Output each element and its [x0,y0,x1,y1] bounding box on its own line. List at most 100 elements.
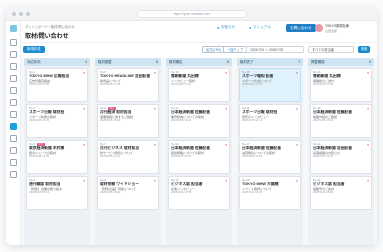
favorite-icon[interactable]: ♥ [83,71,85,75]
document-icon[interactable] [10,87,17,94]
inquiry-card[interactable]: No.21 ♥ 日本経済新聞 佐藤記者 掲載内容のご確認 2025/9/25 15:18 [310,104,372,138]
favorite-icon[interactable]: ♥ [83,107,85,111]
card-number-text: No.4 [29,177,35,182]
card-date: 2025/9/24 16:22 [242,190,263,195]
favorite-icon[interactable]: ♥ [225,71,227,75]
favorite-icon[interactable]: ♥ [154,179,156,183]
card-date: 2025/9/25 17:55 [29,82,50,87]
favorite-icon[interactable]: ♥ [154,71,156,75]
favorite-icon[interactable]: ♥ [83,179,85,183]
inquiry-card[interactable]: No.5 ♥ TOKYO HEADLINE 吉田記者 新商品について 2025/9/25… [97,68,159,102]
card-number-text: No.23 [313,177,321,182]
card-date: 2025/9/25 13:20 [171,118,192,123]
favorite-icon[interactable]: ♥ [154,143,156,147]
card-number-text: No.18 [242,177,250,182]
favorite-icon[interactable]: ♥ [225,107,227,111]
inquiry-card[interactable]: No.4 ♥ 週刊雑誌 取材担当 【特集】企業の取り組み 2025/9/25 09:14 [26,176,88,210]
inquiry-card[interactable]: No.2 ♥ スポーツ日報 取材班 スポーツ新聞の取材 2025/9/25 16:20 [26,104,88,138]
url-bar[interactable]: https://your-website.com [137,10,247,18]
inquiry-card[interactable]: No.15 ♥ スポーツ報知 記者 スポーツ大会について 2025/9/25 17:20 [239,68,301,102]
export-button[interactable]: 出力(CSV) [202,46,226,53]
tag-icon[interactable] [10,147,17,154]
column-count: 6 [227,60,229,64]
favorite-icon[interactable]: ♥ [367,107,369,111]
folder-icon[interactable] [10,111,17,118]
card-number-text: No.12 [171,141,179,146]
card-number-text: No.21 [313,105,321,110]
home-icon[interactable] [10,39,17,46]
column-header[interactable]: 取材調整 8 [95,58,161,66]
card-date: 2025/9/25 11:48 [242,154,263,159]
inquiry-card[interactable]: No.20 ♥ 毎朝新聞 丸田様 掲載紙のご送付 2025/9/25 17:40 [310,68,372,102]
favorite-icon[interactable]: ♥ [296,179,298,183]
avatar[interactable] [315,24,323,32]
calendar-icon[interactable] [10,63,17,70]
card-date: 2025/9/25 15:30 [100,118,121,123]
inquiry-card[interactable]: No.12 ♥ 日本経済新聞 佐藤記者 経営戦略についての取材 2025/9/25 10… [168,140,230,174]
card-number-text: No.16 [242,105,250,110]
column-count: 8 [156,60,158,64]
add-button[interactable]: 新規作成 [23,46,45,53]
favorite-icon[interactable]: ♥ [225,179,227,183]
browser-bar: https://your-website.com [6,7,377,21]
column-header[interactable]: 掲載確認 5 [308,58,374,66]
notifications-label: お知らせ [220,25,236,29]
favorite-icon[interactable]: ♥ [296,143,298,147]
chart-icon[interactable] [10,75,17,82]
inquiry-card[interactable]: No.1 ♥ TOKYO MHW 広報担当 広告代理店経由 2025/9/25 17:5… [26,68,88,102]
kanban-column: 対応状況 4 No.1 ♥ TOKYO MHW 広報担当 広告代理店経由 2025/9/25… [24,58,90,245]
inquiry-card[interactable]: No.3 緊急 ♥ 東京経済新聞 木村様 経済ニュースの取材 2025/9/25 11:0… [26,140,88,174]
list-icon[interactable] [10,51,17,58]
card-number-text: No.10 [171,69,179,74]
inquiry-card[interactable]: No.23 ♥ ビジネス誌 担当者 掲載号のご案内 2025/9/24 18:00 [310,176,372,210]
kanban-column: 取材確定 6 No.10 ♥ 毎朝新聞 丸田様 インタビュー取材 2025/9/25 17:… [166,58,232,245]
column-title: 対応状況 [27,60,41,64]
sidebar [6,21,21,245]
toolbar: 新規作成 出力(CSV) 一括アップ 2025/7/24 〜 2025/7/25… [21,44,377,58]
favorite-icon[interactable]: ♥ [225,143,227,147]
breadcrumb[interactable]: ダッシュボード / 取材/問い合わせ [25,24,75,29]
kanban-board: 対応状況 4 No.1 ♥ TOKYO MHW 広報担当 広告代理店経由 2025/9/25… [21,58,377,245]
inquiry-card[interactable]: No.18 ♥ TOKYO MHW 大橋様 イベント取材について 2025/9/24 1… [239,176,301,210]
manual-link[interactable]: ● マニュアル [249,25,271,30]
card-date: 2025/9/25 10:30 [171,154,192,159]
inquiry-card[interactable]: No.7 ♥ 月刊ビジネス 取材担当 新サービス発表について 2025/9/25 11:… [97,140,159,174]
favorite-icon[interactable]: ♥ [367,143,369,147]
date-range-field[interactable]: 2025/7/24 〜 2025/7/25 [246,46,304,53]
favorite-icon[interactable]: ♥ [296,71,298,75]
app-window: https://your-website.com ダッシュボード / 取材/問い… [6,7,377,245]
inquiry-card[interactable]: No.8 ♥ 取材依頼 ワイドショー 【特別企画】特集について 2025/9/25 10… [97,176,159,210]
inquiry-card[interactable]: No.13 ♥ ビジネス誌 担当者 社長インタビュー 2025/9/24 17:35 [168,176,230,210]
contact-button[interactable]: お問い合わせ [286,24,316,32]
inquiry-card[interactable]: No.22 ♥ 日本経済新聞 吉田記者 記事掲載のお知らせ 2025/9/25 12:0… [310,140,372,174]
inbox-icon[interactable] [10,123,17,130]
favorite-icon[interactable]: ♥ [367,71,369,75]
help-icon[interactable] [10,171,17,178]
bulk-button[interactable]: 一括アップ [223,46,247,53]
favorite-icon[interactable]: ♥ [296,107,298,111]
manual-label: マニュアル [252,25,271,29]
column-count: 5 [369,60,371,64]
column-header[interactable]: 取材完了 7 [237,58,303,66]
inquiry-card[interactable]: No.11 ♥ 日本経済新聞 佐藤記者 業界動向についての取材 2025/9/25 13… [168,104,230,138]
card-date: 2025/9/25 11:02 [29,154,50,159]
column-header[interactable]: 対応状況 4 [24,58,90,66]
card-date: 2025/9/25 16:20 [29,118,50,123]
inquiry-card[interactable]: No.6 緊急 ♥ 月刊経済 取材担当 事業展開に関するご相談 2025/9/25 15:… [97,104,159,138]
column-header[interactable]: 取材確定 6 [166,58,232,66]
inquiry-card[interactable]: No.10 ♥ 毎朝新聞 丸田様 インタビュー取材 2025/9/25 17:01 [168,68,230,102]
favorite-icon[interactable]: ♥ [83,143,85,147]
card-number-text: No.7 [100,141,106,146]
search-button[interactable]: 検索 [358,46,371,53]
inquiry-card[interactable]: No.16 ♥ スポーツ日報 取材班 選手のインタビュー 2025/9/25 14:12 [239,104,301,138]
inquiry-card[interactable]: No.17 ♥ 日本経済新聞 佐藤記者 決算発表についての取材 2025/9/25 11… [239,140,301,174]
column-title: 掲載確認 [311,60,325,64]
users-icon[interactable] [10,99,17,106]
favorite-icon[interactable]: ♥ [367,179,369,183]
card-date: 2025/9/25 12:00 [313,154,334,159]
mail-icon[interactable] [10,135,17,142]
assignee-select[interactable]: すべての担当者 [308,46,354,53]
favorite-icon[interactable]: ♥ [154,107,156,111]
notifications-link[interactable]: ● お知らせ [217,25,235,30]
settings-icon[interactable] [10,159,17,166]
